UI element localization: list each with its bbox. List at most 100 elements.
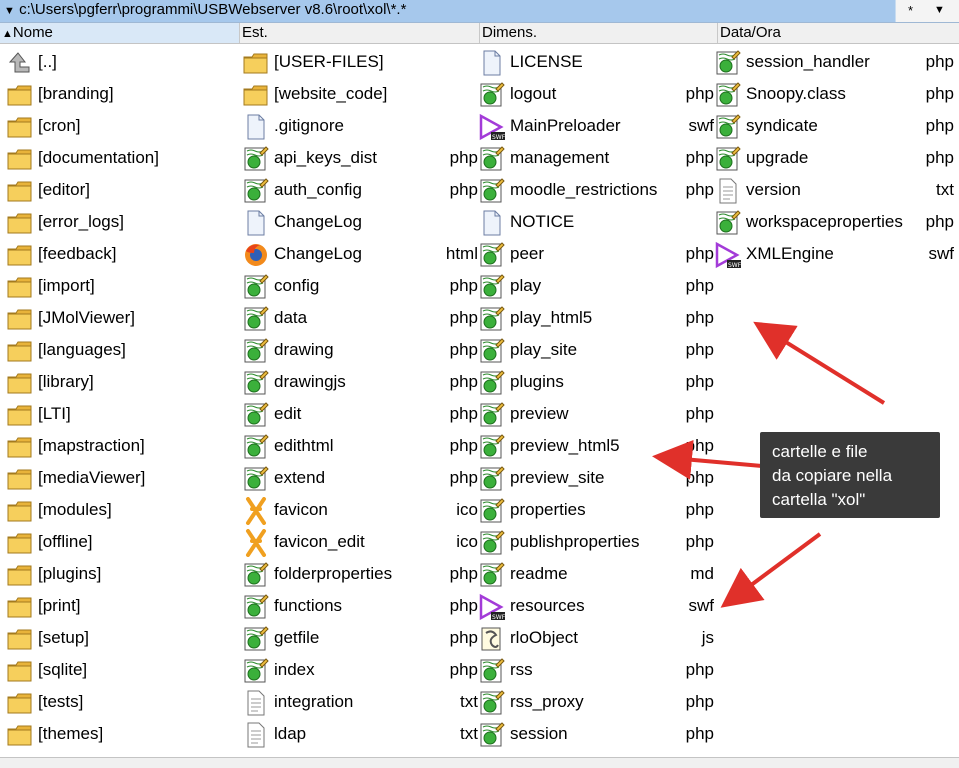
file-item[interactable]: data php: [242, 302, 478, 334]
file-item[interactable]: readme md: [478, 558, 714, 590]
callout-line-3: cartella "xol": [772, 490, 866, 509]
file-item[interactable]: SWF resources swf: [478, 590, 714, 622]
file-item[interactable]: [tests]: [6, 686, 242, 718]
file-item[interactable]: rss php: [478, 654, 714, 686]
file-item[interactable]: getfile php: [242, 622, 478, 654]
file-list: [..] [branding] [cron] [documentation] [edit…: [0, 46, 959, 756]
file-item[interactable]: index php: [242, 654, 478, 686]
file-item[interactable]: [setup]: [6, 622, 242, 654]
file-item[interactable]: properties php: [478, 494, 714, 526]
file-item[interactable]: [documentation]: [6, 142, 242, 174]
file-item[interactable]: [cron]: [6, 110, 242, 142]
file-item[interactable]: [mapstraction]: [6, 430, 242, 462]
file-item[interactable]: ChangeLog html: [242, 238, 478, 270]
folder-icon: [6, 657, 34, 685]
file-item[interactable]: [editor]: [6, 174, 242, 206]
chevron-down-icon[interactable]: ▼: [934, 0, 945, 20]
file-item[interactable]: [error_logs]: [6, 206, 242, 238]
file-item[interactable]: folderproperties php: [242, 558, 478, 590]
php-script-icon: [242, 561, 270, 589]
file-item[interactable]: Snoopy.class php: [714, 78, 954, 110]
file-item[interactable]: upgrade php: [714, 142, 954, 174]
file-item[interactable]: version txt: [714, 174, 954, 206]
file-item[interactable]: [LTI]: [6, 398, 242, 430]
file-item[interactable]: [website_code]: [242, 78, 478, 110]
firefox-icon: [242, 241, 270, 269]
column-ext[interactable]: Est.: [240, 23, 480, 43]
file-item[interactable]: [modules]: [6, 494, 242, 526]
file-item[interactable]: [library]: [6, 366, 242, 398]
file-name: api_keys_dist: [274, 148, 378, 167]
favicon-icon: [242, 529, 270, 557]
file-item[interactable]: syndicate php: [714, 110, 954, 142]
file-item[interactable]: favicon_edit ico: [242, 526, 478, 558]
file-item[interactable]: .gitignore: [242, 110, 478, 142]
file-item[interactable]: drawingjs php: [242, 366, 478, 398]
file-item[interactable]: play_html5 php: [478, 302, 714, 334]
file-item[interactable]: [offline]: [6, 526, 242, 558]
file-item[interactable]: [..]: [6, 46, 242, 78]
file-item[interactable]: [languages]: [6, 334, 242, 366]
file-item[interactable]: rss_proxy php: [478, 686, 714, 718]
file-item[interactable]: play_site php: [478, 334, 714, 366]
file-item[interactable]: preview_html5 php: [478, 430, 714, 462]
document-icon: [242, 209, 270, 237]
column-date[interactable]: Data/Ora: [718, 23, 959, 43]
file-item[interactable]: session php: [478, 718, 714, 750]
file-item[interactable]: [sqlite]: [6, 654, 242, 686]
file-item[interactable]: [themes]: [6, 718, 242, 750]
file-item[interactable]: integration txt: [242, 686, 478, 718]
file-item[interactable]: [print]: [6, 590, 242, 622]
file-item[interactable]: config php: [242, 270, 478, 302]
file-item[interactable]: [plugins]: [6, 558, 242, 590]
file-extension: php: [449, 340, 478, 359]
file-item[interactable]: workspaceproperties php: [714, 206, 954, 238]
file-item[interactable]: management php: [478, 142, 714, 174]
file-item[interactable]: preview php: [478, 398, 714, 430]
file-item[interactable]: ldap txt: [242, 718, 478, 750]
file-item[interactable]: drawing php: [242, 334, 478, 366]
file-item[interactable]: plugins php: [478, 366, 714, 398]
file-item[interactable]: play php: [478, 270, 714, 302]
file-item[interactable]: [JMolViewer]: [6, 302, 242, 334]
file-name: getfile: [274, 628, 320, 647]
dropdown-arrow-icon[interactable]: ▼: [4, 5, 15, 17]
file-item[interactable]: session_handler php: [714, 46, 954, 78]
file-item[interactable]: preview_site php: [478, 462, 714, 494]
file-item[interactable]: NOTICE: [478, 206, 714, 238]
file-item[interactable]: rloObject js: [478, 622, 714, 654]
file-item[interactable]: edit php: [242, 398, 478, 430]
path-display[interactable]: ▼ c:\Users\pgferr\programmi\USBWebserver…: [0, 0, 895, 22]
file-extension: php: [449, 276, 478, 295]
file-item[interactable]: publishproperties php: [478, 526, 714, 558]
file-item[interactable]: SWF MainPreloader swf: [478, 110, 714, 142]
file-item[interactable]: moodle_restrictions php: [478, 174, 714, 206]
file-item[interactable]: favicon ico: [242, 494, 478, 526]
file-item[interactable]: ChangeLog: [242, 206, 478, 238]
file-item[interactable]: [import]: [6, 270, 242, 302]
column-name[interactable]: ▲Nome: [0, 23, 240, 43]
file-item[interactable]: functions php: [242, 590, 478, 622]
file-extension: php: [449, 180, 478, 199]
file-name: rss_proxy: [510, 692, 584, 711]
file-name: preview: [510, 404, 569, 423]
php-script-icon: [714, 113, 742, 141]
file-extension: php: [449, 404, 478, 423]
file-item[interactable]: SWF XMLEngine swf: [714, 238, 954, 270]
file-extension: php: [925, 148, 954, 167]
file-item[interactable]: [USER-FILES]: [242, 46, 478, 78]
file-item[interactable]: edithtml php: [242, 430, 478, 462]
file-name: [LTI]: [38, 404, 71, 423]
file-item[interactable]: peer php: [478, 238, 714, 270]
file-item[interactable]: LICENSE: [478, 46, 714, 78]
file-item[interactable]: api_keys_dist php: [242, 142, 478, 174]
file-item[interactable]: auth_config php: [242, 174, 478, 206]
column-size[interactable]: Dimens.: [480, 23, 718, 43]
file-item[interactable]: [mediaViewer]: [6, 462, 242, 494]
folder-icon: [6, 209, 34, 237]
filter-box[interactable]: * ▼: [896, 0, 959, 22]
file-item[interactable]: extend php: [242, 462, 478, 494]
file-item[interactable]: [feedback]: [6, 238, 242, 270]
file-item[interactable]: [branding]: [6, 78, 242, 110]
file-item[interactable]: logout php: [478, 78, 714, 110]
